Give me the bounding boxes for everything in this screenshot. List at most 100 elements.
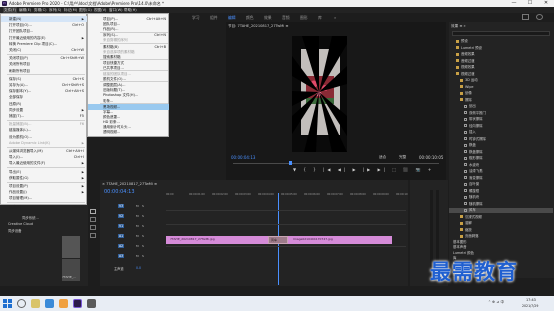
- file-menu-item[interactable]: 退出(X) Ctrl+Q: [1, 204, 87, 210]
- lift-button[interactable]: ⬚: [392, 167, 399, 172]
- mark-out-button[interactable]: }: [313, 167, 319, 172]
- close-button[interactable]: ✕: [538, 0, 554, 7]
- workspace-assembly[interactable]: 组件: [210, 15, 218, 21]
- search-icon[interactable]: [522, 14, 529, 20]
- effect-tree-item[interactable]: 缩放: [449, 228, 553, 233]
- add-marker-button[interactable]: ▼: [293, 167, 299, 172]
- effect-tree-item[interactable]: Lumetri 预设: [449, 46, 553, 51]
- workspace-more[interactable]: »: [334, 15, 336, 20]
- solo-button[interactable]: S: [142, 234, 144, 238]
- effect-tree-item[interactable]: 径向擦除: [449, 124, 553, 129]
- effect-tree-item[interactable]: 划出: [449, 104, 553, 109]
- file-menu-item[interactable]: 导入最近使用的文件(F) ▶: [1, 160, 87, 166]
- time-ruler[interactable]: 00:00 00:00:01:00 00:00:02:00 00:00:03:00 00…: [166, 193, 408, 199]
- effect-tree-item[interactable]: 音频过渡: [449, 59, 553, 64]
- file-menu-item[interactable]: 获取属性(G) ▶: [1, 175, 87, 181]
- effect-tree-item[interactable]: 音频效果: [449, 52, 553, 57]
- track-header[interactable]: V1 M S: [100, 222, 166, 231]
- effect-tree-item[interactable]: 时钟式擦除: [449, 137, 553, 142]
- extract-button[interactable]: ⬛: [403, 167, 411, 172]
- app-icon[interactable]: [87, 299, 96, 308]
- effect-tree-item[interactable]: 百叶窗: [449, 182, 553, 187]
- add-button[interactable]: +: [428, 167, 434, 172]
- mute-button[interactable]: M: [136, 224, 139, 228]
- panel-tab[interactable]: 基本声音: [449, 245, 553, 250]
- fit-dropdown[interactable]: 适合: [379, 155, 386, 160]
- solo-button[interactable]: S: [142, 204, 144, 208]
- effect-tree-item[interactable]: 划像: [449, 91, 553, 96]
- effect-tree-item[interactable]: 楔形擦除: [449, 156, 553, 161]
- effect-tree-item[interactable]: 插入: [449, 130, 553, 135]
- new-submenu-item[interactable]: 透明视频...: [88, 129, 169, 135]
- file-menu-item[interactable]: 项目管理(M)...: [1, 195, 87, 201]
- track-header[interactable]: V3 M S: [100, 202, 166, 211]
- ripple-edit-tool-icon[interactable]: [90, 225, 96, 230]
- mute-button[interactable]: M: [136, 244, 139, 248]
- solo-button[interactable]: S: [142, 244, 144, 248]
- track-select-tool-icon[interactable]: [90, 217, 96, 222]
- help-icon[interactable]: [536, 14, 543, 20]
- file-menu-item[interactable]: 关闭(C) Ctrl+W: [1, 47, 87, 53]
- app-icon[interactable]: [59, 299, 68, 308]
- solo-button[interactable]: S: [142, 224, 144, 228]
- effect-tree-item[interactable]: 棋盘: [449, 143, 553, 148]
- workspace-learn[interactable]: 学习: [192, 15, 200, 21]
- mute-button[interactable]: M: [136, 254, 139, 258]
- effect-tree-item[interactable]: 棋盘擦除: [449, 150, 553, 155]
- track-header[interactable]: V2 M S: [100, 212, 166, 221]
- effect-tree-item[interactable]: 溶解: [449, 221, 553, 226]
- effect-tree-item[interactable]: 3D 运动: [449, 78, 553, 83]
- minimize-button[interactable]: —: [506, 0, 522, 7]
- browser-icon[interactable]: [45, 299, 54, 308]
- clock-time[interactable]: 17:43: [526, 298, 536, 302]
- maximize-button[interactable]: ☐: [522, 0, 538, 7]
- workspace-audio[interactable]: 音频: [282, 15, 290, 21]
- effect-tree-item[interactable]: 视频效果: [449, 65, 553, 70]
- timeline-timecode[interactable]: 00:00:04:13: [104, 189, 135, 195]
- mute-button[interactable]: M: [136, 234, 139, 238]
- effect-tree-item[interactable]: 页面剥落: [449, 234, 553, 239]
- effect-tree-item[interactable]: 沉浸式视频: [449, 215, 553, 220]
- effect-tree-item[interactable]: 双侧平推门: [449, 111, 553, 116]
- effects-search-input[interactable]: [452, 31, 550, 36]
- effect-tree-item[interactable]: 预设: [449, 39, 553, 44]
- workspace-graphics[interactable]: 图形: [300, 15, 308, 21]
- export-frame-button[interactable]: 📷: [416, 167, 424, 172]
- solo-button[interactable]: S: [142, 254, 144, 258]
- effect-tree-item[interactable]: 螺旋框: [449, 189, 553, 194]
- track-header[interactable]: A1 M S: [100, 232, 166, 241]
- step-forward-button[interactable]: |▶: [363, 167, 373, 172]
- premiere-taskbar-icon[interactable]: [73, 299, 82, 308]
- workspace-color[interactable]: 颜色: [246, 15, 254, 21]
- clock-date[interactable]: 2021/7/29: [522, 304, 538, 308]
- system-tray[interactable]: ⌃ ⊕ ⊿ 中: [488, 300, 504, 305]
- search-icon[interactable]: [17, 299, 26, 308]
- play-button[interactable]: ▶: [352, 167, 358, 172]
- effect-tree-item[interactable]: 油漆飞溅: [449, 169, 553, 174]
- effect-tree-item[interactable]: 视频过渡: [449, 72, 553, 77]
- effect-tree-item[interactable]: 随机擦除: [449, 202, 553, 207]
- program-playhead[interactable]: [289, 161, 292, 165]
- go-to-out-button[interactable]: ▶|: [378, 167, 388, 172]
- timeline-tab[interactable]: × 7TAHE_20210817_27TwMi ≡: [102, 182, 157, 186]
- effect-tree-item[interactable]: 随机块: [449, 195, 553, 200]
- track-header[interactable]: A3 M S: [100, 252, 166, 261]
- effect-tree-item[interactable]: 擦除: [449, 98, 553, 103]
- effect-tree-item[interactable]: 渐变擦除: [449, 176, 553, 181]
- file-explorer-icon[interactable]: [31, 299, 40, 308]
- mark-in-button[interactable]: {: [303, 167, 309, 172]
- clip-thumbnail[interactable]: [62, 236, 80, 258]
- windows-start-icon[interactable]: [3, 299, 12, 308]
- quality-dropdown[interactable]: 完整: [399, 155, 406, 160]
- effect-tree-item[interactable]: Wipe: [449, 85, 553, 90]
- selection-tool-icon[interactable]: [90, 209, 96, 214]
- mute-button[interactable]: M: [136, 214, 139, 218]
- workspace-effects[interactable]: 效果: [264, 15, 272, 21]
- workspace-libraries[interactable]: 库: [318, 15, 322, 21]
- step-back-button[interactable]: ◀|: [338, 167, 348, 172]
- go-to-in-button[interactable]: |◀: [323, 167, 333, 172]
- program-scrub-bar[interactable]: [233, 163, 439, 164]
- razor-tool-icon[interactable]: [90, 233, 96, 238]
- mute-button[interactable]: M: [136, 204, 139, 208]
- windmill-transition-clip[interactable]: 风车: [268, 236, 288, 244]
